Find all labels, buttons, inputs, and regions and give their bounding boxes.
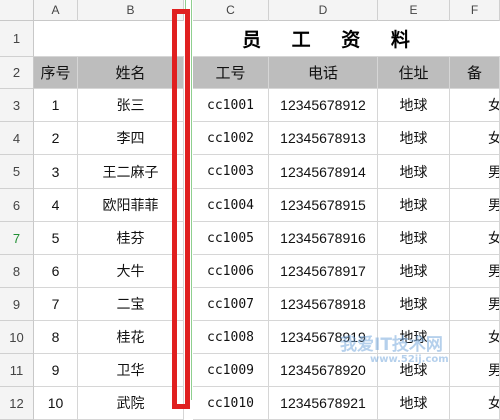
cell-name[interactable]: 大牛 (78, 255, 184, 288)
watermark-main: 我爱IT技术网 (340, 335, 443, 355)
cell-id[interactable]: cc1001 (193, 89, 269, 122)
header-address[interactable]: 住址 (378, 57, 450, 89)
cell-phone[interactable]: 12345678913 (269, 122, 378, 155)
column-header-a[interactable]: A (34, 0, 78, 21)
cell-seq[interactable]: 6 (34, 255, 78, 288)
header-id[interactable]: 工号 (193, 57, 269, 89)
cell-phone[interactable]: 12345678915 (269, 189, 378, 222)
row-header-2[interactable]: 2 (0, 57, 34, 89)
watermark-sub: www.52ij.com (370, 354, 449, 365)
cell-seq[interactable]: 7 (34, 288, 78, 321)
header-seq[interactable]: 序号 (34, 57, 78, 89)
cell-note[interactable]: 男 (450, 189, 500, 222)
cell-id[interactable]: cc1009 (193, 354, 269, 387)
cell-note[interactable]: 男 (450, 255, 500, 288)
cell-name[interactable]: 桂花 (78, 321, 184, 354)
cell-address[interactable]: 地球 (378, 122, 450, 155)
cell-seq[interactable]: 5 (34, 222, 78, 255)
cell-phone[interactable]: 12345678916 (269, 222, 378, 255)
cell-phone[interactable]: 12345678912 (269, 89, 378, 122)
cell-name[interactable]: 武院 (78, 387, 184, 420)
cell-seq[interactable]: 2 (34, 122, 78, 155)
select-all-corner[interactable] (0, 0, 34, 21)
row-header-1[interactable]: 1 (0, 21, 34, 57)
cell-seq[interactable]: 10 (34, 387, 78, 420)
watermark: 我爱IT技术网 www.52ij.com (300, 330, 500, 400)
column-header-f[interactable]: F (450, 0, 500, 21)
cell-id[interactable]: cc1004 (193, 189, 269, 222)
row-header-12[interactable]: 12 (0, 387, 34, 420)
cell-seq[interactable]: 1 (34, 89, 78, 122)
cell-name[interactable]: 欧阳菲菲 (78, 189, 184, 222)
cell-note[interactable]: 男 (450, 288, 500, 321)
row-header-8[interactable]: 8 (0, 255, 34, 288)
cell-seq[interactable]: 9 (34, 354, 78, 387)
cell-id[interactable]: cc1005 (193, 222, 269, 255)
column-header-b[interactable]: B (78, 0, 184, 21)
cell-seq[interactable]: 8 (34, 321, 78, 354)
row-header-11[interactable]: 11 (0, 354, 34, 387)
cell-seq[interactable]: 3 (34, 155, 78, 189)
cell-address[interactable]: 地球 (378, 155, 450, 189)
sheet-title[interactable]: 员 工 资 料 (34, 21, 500, 57)
cell-id[interactable]: cc1010 (193, 387, 269, 420)
row-header-3[interactable]: 3 (0, 89, 34, 122)
cell-name[interactable]: 李四 (78, 122, 184, 155)
cell-address[interactable]: 地球 (378, 255, 450, 288)
cell-seq[interactable]: 4 (34, 189, 78, 222)
column-header-d[interactable]: D (269, 0, 378, 21)
highlight-box (172, 9, 190, 409)
cell-address[interactable]: 地球 (378, 222, 450, 255)
cell-name[interactable]: 王二麻子 (78, 155, 184, 189)
column-header-e[interactable]: E (378, 0, 450, 21)
cell-phone[interactable]: 12345678918 (269, 288, 378, 321)
row-header-6[interactable]: 6 (0, 189, 34, 222)
cell-name[interactable]: 卫华 (78, 354, 184, 387)
cell-id[interactable]: cc1002 (193, 122, 269, 155)
cell-phone[interactable]: 12345678917 (269, 255, 378, 288)
cell-id[interactable]: cc1003 (193, 155, 269, 189)
row-header-4[interactable]: 4 (0, 122, 34, 155)
cell-name[interactable]: 桂芬 (78, 222, 184, 255)
cell-id[interactable]: cc1008 (193, 321, 269, 354)
cell-address[interactable]: 地球 (378, 288, 450, 321)
cell-note[interactable]: 男 (450, 155, 500, 189)
cell-name[interactable]: 二宝 (78, 288, 184, 321)
cell-id[interactable]: cc1007 (193, 288, 269, 321)
row-header-10[interactable]: 10 (0, 321, 34, 354)
row-header-5[interactable]: 5 (0, 155, 34, 189)
cell-name[interactable]: 张三 (78, 89, 184, 122)
header-name[interactable]: 姓名 (78, 57, 184, 89)
row-header-9[interactable]: 9 (0, 288, 34, 321)
cell-id[interactable]: cc1006 (193, 255, 269, 288)
cell-address[interactable]: 地球 (378, 89, 450, 122)
cell-phone[interactable]: 12345678914 (269, 155, 378, 189)
cell-note[interactable]: 女 (450, 122, 500, 155)
cell-note[interactable]: 女 (450, 89, 500, 122)
row-header-7[interactable]: 7 (0, 222, 34, 255)
cell-note[interactable]: 女 (450, 222, 500, 255)
column-header-c[interactable]: C (193, 0, 269, 21)
header-phone[interactable]: 电话 (269, 57, 378, 89)
cell-address[interactable]: 地球 (378, 189, 450, 222)
header-note[interactable]: 备 (450, 57, 500, 89)
